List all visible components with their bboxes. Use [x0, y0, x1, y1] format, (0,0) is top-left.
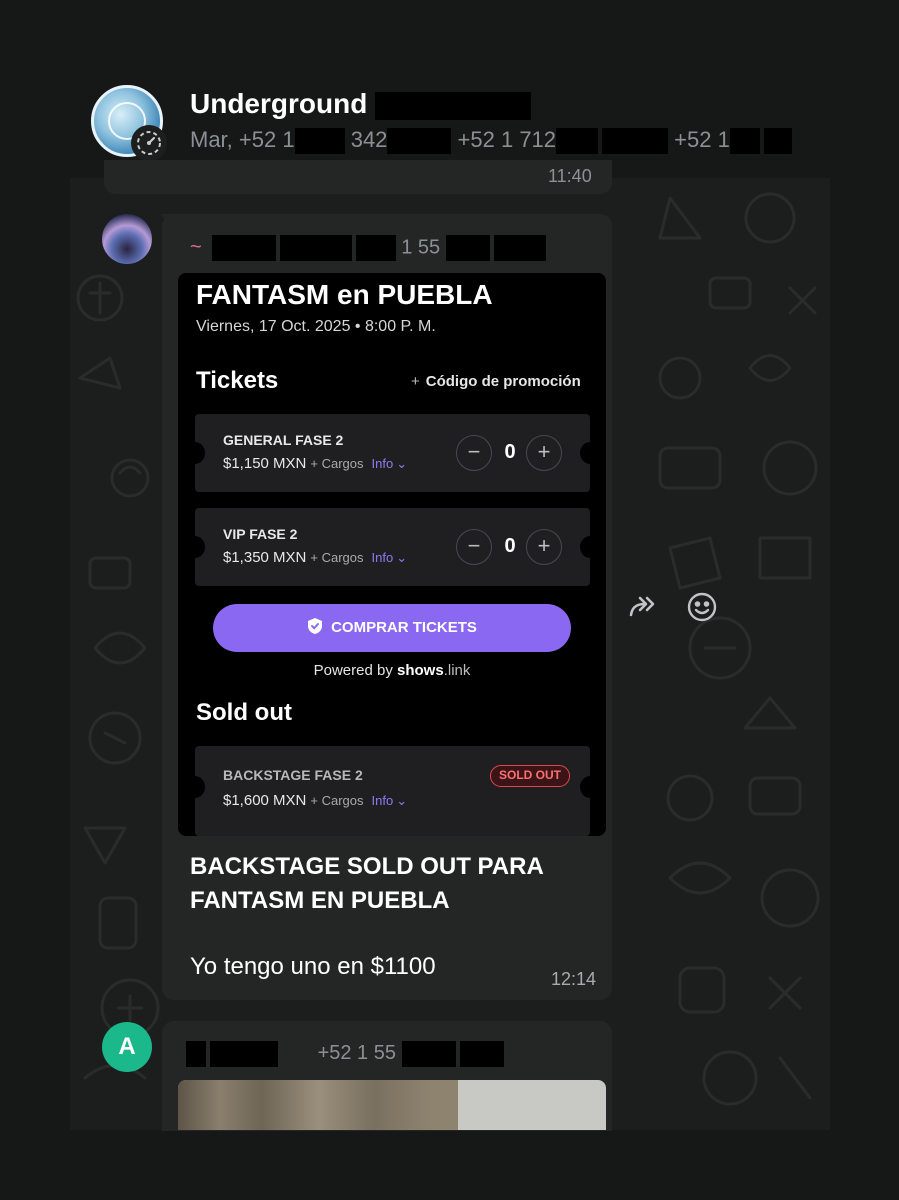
- disappearing-timer-icon: [131, 125, 167, 161]
- sender-name[interactable]: ~ 1 55: [190, 235, 547, 261]
- ticket-name: BACKSTAGE FASE 2: [223, 767, 363, 783]
- emoji-reaction-icon[interactable]: [686, 591, 718, 623]
- group-name[interactable]: Underground: [190, 88, 532, 120]
- message-caption: BACKSTAGE SOLD OUT PARA FANTASM EN PUEBL…: [190, 853, 543, 914]
- image-attachment[interactable]: [178, 1080, 606, 1130]
- forward-icon[interactable]: [628, 593, 662, 621]
- chevron-down-icon: ⌄: [396, 550, 408, 565]
- next-sender-avatar[interactable]: A: [102, 1022, 152, 1072]
- ticket-screenshot-image[interactable]: FANTASM en PUEBLA Viernes, 17 Oct. 2025 …: [178, 273, 606, 836]
- event-date: Viernes, 17 Oct. 2025 • 8:00 P. M.: [196, 318, 436, 335]
- sold-out-badge: SOLD OUT: [490, 765, 570, 787]
- ticket-card: VIP FASE 2 $1,350 MXN + Cargos Info ⌄ − 0 +: [185, 508, 600, 586]
- group-members: Mar, +52 1 342 +52 1 712 +52 1: [190, 127, 830, 155]
- ticket-quantity: 0: [504, 441, 516, 463]
- ticket-price: $1,600 MXN + Cargos Info ⌄: [223, 792, 408, 809]
- ticket-price: $1,350 MXN + Cargos Info ⌄: [223, 549, 408, 566]
- ticket-price: $1,150 MXN + Cargos Info ⌄: [223, 455, 408, 472]
- plus-icon: +: [526, 435, 562, 471]
- ticket-card: GENERAL FASE 2 $1,150 MXN + Cargos Info ⌄ −…: [185, 414, 600, 492]
- minus-icon: −: [456, 529, 492, 565]
- previous-message-bubble[interactable]: [104, 160, 612, 194]
- buy-tickets-button: COMPRAR TICKETS: [213, 604, 571, 652]
- ticket-quantity: 0: [504, 535, 516, 557]
- plus-icon: +: [526, 529, 562, 565]
- soldout-heading: Sold out: [196, 699, 292, 726]
- ticket-card-soldout: BACKSTAGE FASE 2 $1,600 MXN + Cargos Info ⌄…: [185, 746, 600, 836]
- tickets-heading: Tickets: [196, 367, 279, 394]
- plus-icon: +: [411, 373, 420, 390]
- message-text: Yo tengo uno en $1100: [190, 953, 436, 980]
- shield-check-icon: [307, 607, 323, 655]
- event-title: FANTASM en PUEBLA: [196, 279, 493, 310]
- message-time: 12:14: [551, 969, 597, 989]
- next-sender-name[interactable]: +52 1 55: [186, 1041, 504, 1067]
- promo-code-link: + Código de promoción: [411, 373, 581, 390]
- chevron-down-icon: ⌄: [396, 793, 408, 808]
- sender-avatar[interactable]: [102, 214, 152, 264]
- minus-icon: −: [456, 435, 492, 471]
- ticket-name: VIP FASE 2: [223, 526, 298, 542]
- previous-message-time: 11:40: [548, 166, 592, 186]
- powered-by: Powered by shows.link: [313, 662, 471, 679]
- ticket-name: GENERAL FASE 2: [223, 432, 344, 448]
- chevron-down-icon: ⌄: [396, 456, 408, 471]
